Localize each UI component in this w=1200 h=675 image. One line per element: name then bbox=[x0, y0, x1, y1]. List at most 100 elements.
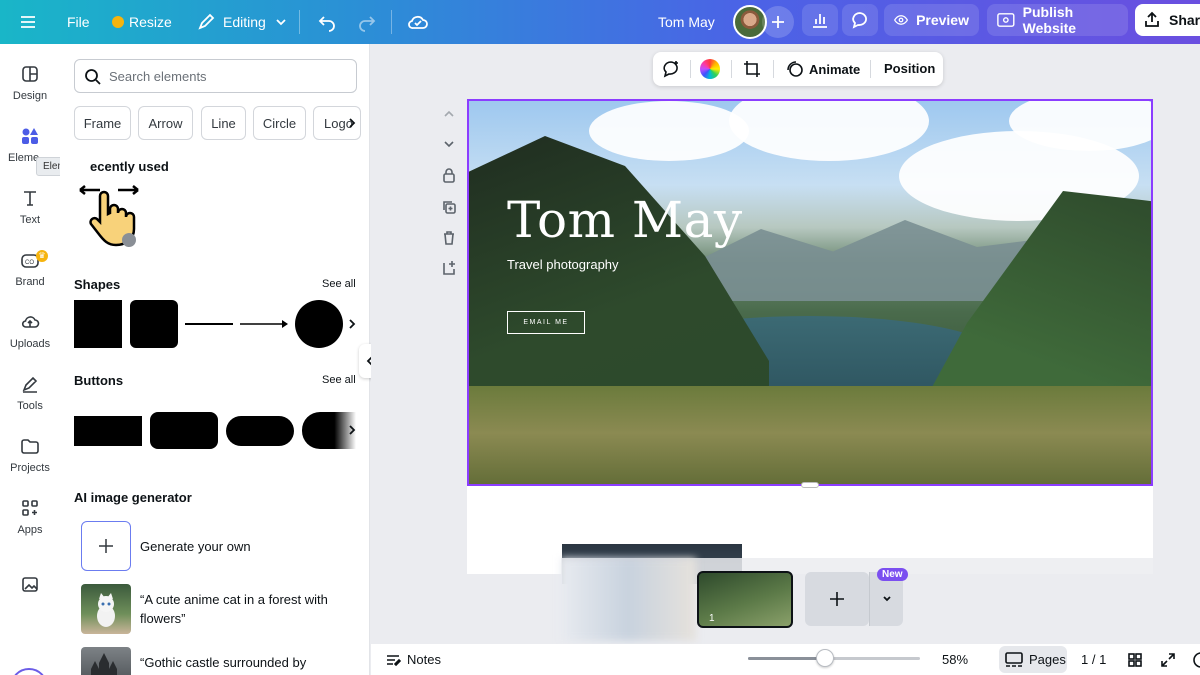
delete-icon[interactable] bbox=[439, 228, 459, 248]
ai-edit-icon[interactable] bbox=[661, 59, 681, 82]
page-thumbnail[interactable]: 1 bbox=[697, 571, 793, 628]
rail-item-uploads[interactable]: Uploads bbox=[0, 312, 60, 368]
animate-button[interactable]: Animate bbox=[785, 59, 860, 79]
shape-line[interactable] bbox=[185, 323, 233, 325]
shapes-next-button[interactable] bbox=[344, 316, 360, 332]
buttons-see-all-link[interactable]: See all bbox=[322, 374, 356, 386]
castle-image-icon bbox=[91, 653, 117, 675]
chevron-right-icon bbox=[349, 118, 356, 128]
buttons-next-button[interactable] bbox=[344, 422, 360, 438]
notes-button[interactable]: Notes bbox=[385, 644, 441, 675]
design-page[interactable]: Tom May Travel photography EMAIL ME bbox=[467, 99, 1153, 584]
divider bbox=[690, 60, 691, 78]
ai-prompt-thumbnail-cat[interactable] bbox=[81, 584, 131, 634]
rail-item-projects[interactable]: Projects bbox=[0, 436, 60, 492]
rail-item-design[interactable]: Design bbox=[0, 64, 60, 120]
add-collaborator-button[interactable] bbox=[762, 6, 794, 38]
chip-frame[interactable]: Frame bbox=[74, 106, 131, 140]
rail-item-tools[interactable]: Tools bbox=[0, 374, 60, 430]
move-up-icon[interactable] bbox=[439, 104, 459, 124]
zoom-level[interactable]: 58% bbox=[942, 644, 968, 675]
shape-square[interactable] bbox=[74, 300, 122, 348]
chip-line[interactable]: Line bbox=[201, 106, 246, 140]
hero-subtitle[interactable]: Travel photography bbox=[507, 257, 619, 272]
shape-arrow-line[interactable] bbox=[240, 316, 290, 332]
duplicate-page-icon[interactable] bbox=[439, 197, 459, 217]
publish-website-button[interactable]: Publish Website bbox=[987, 4, 1128, 36]
hero-image-selected[interactable]: Tom May Travel photography EMAIL ME bbox=[467, 99, 1153, 486]
magic-assistant-button[interactable] bbox=[10, 668, 48, 675]
shape-circle[interactable] bbox=[295, 300, 343, 348]
eye-icon bbox=[894, 15, 909, 25]
rail-item-apps[interactable]: Apps bbox=[0, 498, 60, 554]
color-wheel-icon[interactable] bbox=[700, 59, 720, 79]
button-shape-rect[interactable] bbox=[74, 416, 142, 446]
preview-button[interactable]: Preview bbox=[884, 4, 979, 36]
generate-own-label[interactable]: Generate your own bbox=[140, 537, 350, 556]
redo-icon[interactable] bbox=[357, 0, 377, 44]
undo-icon[interactable] bbox=[317, 0, 337, 44]
button-shape-pill[interactable] bbox=[226, 416, 294, 446]
bottom-bar: Notes 58% Pages 1 / 1 bbox=[371, 644, 1200, 675]
shape-rounded-square[interactable] bbox=[130, 300, 178, 348]
plus-icon bbox=[99, 539, 113, 553]
text-icon bbox=[24, 191, 36, 206]
lock-icon[interactable] bbox=[439, 165, 459, 185]
generate-own-button[interactable] bbox=[81, 521, 131, 571]
hero-title[interactable]: Tom May bbox=[507, 191, 743, 249]
search-box[interactable] bbox=[74, 59, 357, 93]
pages-button[interactable]: Pages bbox=[999, 646, 1067, 673]
chevron-right-icon bbox=[349, 425, 356, 435]
resize-button[interactable]: Resize bbox=[112, 0, 172, 44]
fullscreen-icon[interactable] bbox=[1160, 644, 1176, 675]
chevron-right-icon bbox=[349, 319, 356, 329]
help-icon[interactable] bbox=[1191, 644, 1200, 675]
add-page-button[interactable] bbox=[805, 572, 869, 626]
divider bbox=[773, 60, 774, 78]
pen-tool-icon bbox=[22, 376, 38, 393]
editing-mode-button[interactable]: Editing bbox=[197, 0, 288, 44]
chips-next-button[interactable] bbox=[344, 115, 360, 131]
rail-label: Text bbox=[19, 214, 41, 226]
search-input[interactable] bbox=[109, 68, 339, 84]
ai-generator-title: AI image generator bbox=[74, 490, 192, 505]
grass bbox=[469, 386, 1151, 484]
add-page-icon[interactable] bbox=[439, 258, 459, 278]
zoom-slider-fill bbox=[748, 657, 826, 660]
menu-icon[interactable] bbox=[18, 0, 38, 44]
insights-button[interactable] bbox=[802, 4, 838, 36]
ai-prompt-1[interactable]: “A cute anime cat in a forest with flowe… bbox=[140, 590, 350, 628]
rail-label: Uploads bbox=[9, 338, 51, 350]
rail-item-magic-media[interactable] bbox=[0, 574, 60, 594]
button-shape-rounded[interactable] bbox=[150, 412, 218, 449]
page-count: 1 / 1 bbox=[1081, 652, 1107, 667]
rail-label: Tools bbox=[17, 400, 43, 412]
resize-handle[interactable] bbox=[801, 482, 819, 488]
move-down-icon[interactable] bbox=[439, 134, 459, 154]
ai-prompt-2[interactable]: “Gothic castle surrounded by bbox=[140, 653, 350, 672]
chip-arrow[interactable]: Arrow bbox=[138, 106, 193, 140]
shapes-see-all-link[interactable]: See all bbox=[322, 278, 356, 290]
crop-icon[interactable] bbox=[742, 59, 762, 82]
animate-icon bbox=[787, 61, 803, 77]
position-button[interactable]: Position bbox=[884, 61, 935, 76]
grid-view-icon[interactable] bbox=[1127, 644, 1143, 675]
rail-item-brand[interactable]: ♛ CO Brand bbox=[0, 250, 60, 306]
ai-prompt-thumbnail-castle[interactable] bbox=[81, 647, 131, 675]
recent-element-swipe-hand[interactable] bbox=[74, 180, 144, 250]
divider bbox=[299, 10, 300, 34]
cat-image-icon bbox=[97, 593, 115, 627]
comments-button[interactable] bbox=[842, 4, 878, 36]
animate-label: Animate bbox=[809, 61, 861, 77]
zoom-slider-handle[interactable] bbox=[816, 649, 835, 667]
share-button[interactable]: Share bbox=[1135, 4, 1200, 36]
context-toolbar: Animate Position bbox=[653, 52, 943, 86]
elements-icon bbox=[22, 128, 38, 144]
rail-item-text[interactable]: Text bbox=[0, 188, 60, 244]
chip-circle[interactable]: Circle bbox=[253, 106, 306, 140]
swipe-hand-icon bbox=[79, 185, 139, 247]
document-title[interactable]: Tom May bbox=[658, 0, 715, 44]
file-menu[interactable]: File bbox=[67, 0, 90, 44]
email-me-button[interactable]: EMAIL ME bbox=[507, 311, 585, 334]
cloud-saved-icon[interactable] bbox=[407, 0, 429, 44]
